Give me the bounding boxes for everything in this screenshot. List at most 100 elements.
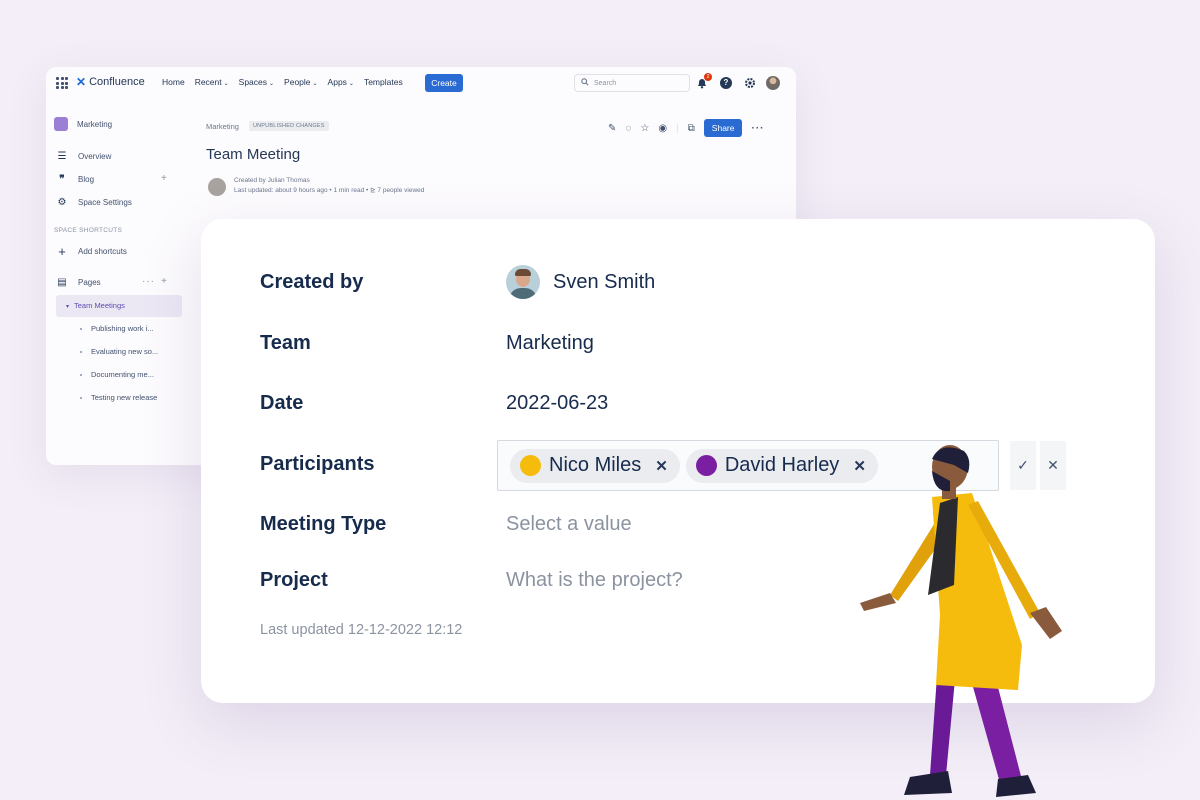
walking-person-illustration [860, 445, 1062, 797]
search-input[interactable]: Search [574, 74, 690, 92]
restrictions-icon[interactable]: ⧉ [688, 123, 695, 134]
last-updated-text: Last updated: about 9 hours ago [234, 187, 328, 194]
created-by-user[interactable]: Sven Smith [506, 265, 655, 299]
author-avatar [208, 178, 226, 196]
settings-gear-icon[interactable] [744, 77, 756, 89]
create-button[interactable]: Create [425, 74, 463, 92]
views-text[interactable]: 7 people viewed [377, 187, 424, 194]
created-by-label: Created by [260, 271, 364, 293]
share-button[interactable]: Share [703, 119, 743, 137]
breadcrumb-link[interactable]: Marketing [206, 122, 239, 131]
chevron-down-icon: ⌄ [312, 81, 318, 87]
more-actions-icon[interactable]: ··· [751, 123, 764, 134]
sidebar-item-label: Blog [78, 175, 95, 184]
confluence-logo-icon: ✕ [76, 75, 87, 89]
add-blog-plus-icon[interactable]: + [161, 173, 167, 184]
created-by-value: Sven Smith [553, 270, 656, 293]
nav-item-spaces[interactable]: Spaces ⌄ [239, 77, 274, 87]
more-icon[interactable]: ··· [142, 276, 155, 287]
user-avatar[interactable] [766, 76, 780, 90]
space-sidebar: Marketing ☰ Overview ❞ Blog + ⚙ Space Se… [46, 99, 186, 465]
analytics-icon: ⊵ [370, 187, 376, 194]
nav-item-label: Home [162, 77, 185, 87]
sidebar-item-overview[interactable]: ☰ Overview [56, 151, 112, 162]
page-byline: Created by Julian Thomas Last updated: a… [234, 177, 425, 194]
remove-participant-close-icon[interactable]: ✕ [655, 457, 668, 475]
tree-item[interactable]: Documenting me... [80, 370, 154, 379]
read-time-text: 1 min read [333, 187, 365, 194]
space-icon [54, 117, 68, 131]
add-shortcuts-label: Add shortcuts [78, 247, 127, 256]
top-navigation: ✕ Confluence Home Recent ⌄ Spaces ⌄ People ⌄ Ap… [46, 67, 796, 99]
participant-name: David Harley [724, 454, 840, 476]
participant-name: Nico Miles [549, 454, 642, 476]
space-header[interactable]: Marketing [54, 117, 112, 131]
search-icon [581, 78, 589, 88]
overview-icon: ☰ [57, 151, 67, 162]
nav-item-label: Recent [194, 77, 222, 87]
chevron-down-icon: ⌄ [348, 81, 354, 87]
nav-item-label: Spaces [238, 77, 268, 87]
help-icon[interactable]: ? [720, 77, 732, 89]
gear-icon: ⚙ [57, 197, 67, 208]
sidebar-item-pages[interactable]: ▤ Pages [56, 277, 101, 288]
add-shortcuts-button[interactable]: + Add shortcuts [56, 244, 127, 259]
nav-item-label: People [284, 77, 311, 87]
created-by-text: Created by Julian Thomas [234, 177, 310, 184]
tree-item-label: Publishing work i... [91, 324, 154, 333]
sidebar-item-blog[interactable]: ❞ Blog [56, 174, 94, 185]
sidebar-item-label: Space Settings [78, 198, 132, 207]
tree-item-team-meetings[interactable]: ▾ Team Meetings [66, 301, 125, 310]
tree-item[interactable]: Testing new release [80, 393, 157, 402]
add-page-plus-icon[interactable]: + [161, 276, 167, 287]
participant-chip: Nico Miles ✕ [510, 448, 680, 483]
tree-item[interactable]: Publishing work i... [80, 324, 154, 333]
tree-item[interactable]: Evaluating new so... [80, 347, 158, 356]
sidebar-item-space-settings[interactable]: ⚙ Space Settings [56, 197, 132, 208]
sven-avatar [506, 265, 540, 299]
divider: | [676, 122, 679, 134]
nav-item-label: Apps [327, 77, 347, 87]
meeting-type-select[interactable]: Select a value [506, 513, 632, 536]
page-actions: ✎ ◌ ☆ ◉ | ⧉ Share ··· [608, 119, 764, 137]
notification-badge: 2 [704, 73, 712, 81]
nav-item-recent[interactable]: Recent ⌄ [195, 77, 229, 87]
sidebar-item-label: Pages [78, 278, 101, 287]
confluence-logo[interactable]: ✕ Confluence [76, 75, 145, 89]
status-badge: UNPUBLISHED CHANGES [248, 121, 329, 131]
team-value[interactable]: Marketing [506, 332, 594, 355]
search-placeholder: Search [594, 79, 617, 87]
page-title: Team Meeting [206, 146, 301, 163]
participant-color-dot [695, 455, 717, 476]
last-updated-text: Last updated 12-12-2022 12:12 [260, 622, 463, 638]
nav-menu: Home Recent ⌄ Spaces ⌄ People ⌄ Apps ⌄ Templates [162, 77, 403, 87]
app-switcher-icon[interactable] [56, 77, 68, 89]
watch-eye-icon[interactable]: ◉ [658, 123, 667, 134]
comment-icon[interactable]: ◌ [625, 123, 631, 134]
nav-item-apps[interactable]: Apps ⌄ [328, 77, 354, 87]
date-value[interactable]: 2022-06-23 [506, 392, 608, 415]
tree-item-label: Testing new release [91, 393, 158, 402]
participants-label: Participants [260, 453, 375, 475]
tree-item-label: Team Meetings [74, 301, 125, 310]
project-input[interactable]: What is the project? [506, 569, 683, 592]
pages-icon: ▤ [57, 277, 67, 288]
date-label: Date [260, 392, 304, 414]
nav-item-templates[interactable]: Templates [364, 77, 403, 87]
plus-icon: + [58, 244, 66, 259]
chevron-down-icon: ⌄ [223, 81, 229, 87]
team-label: Team [260, 332, 311, 354]
logo-text: Confluence [89, 76, 145, 88]
chevron-down-icon: ▾ [66, 304, 70, 310]
edit-pencil-icon[interactable]: ✎ [608, 123, 616, 134]
project-label: Project [260, 569, 328, 591]
participant-color-dot [520, 455, 541, 476]
nav-item-people[interactable]: People ⌄ [284, 77, 318, 87]
nav-item-label: Templates [363, 77, 403, 87]
nav-item-home[interactable]: Home [162, 77, 185, 87]
tree-item-label: Documenting me... [91, 370, 154, 379]
meeting-type-label: Meeting Type [260, 513, 387, 535]
space-name: Marketing [77, 119, 113, 129]
star-icon[interactable]: ☆ [640, 123, 649, 134]
shortcuts-heading: SPACE SHORTCUTS [54, 227, 123, 234]
